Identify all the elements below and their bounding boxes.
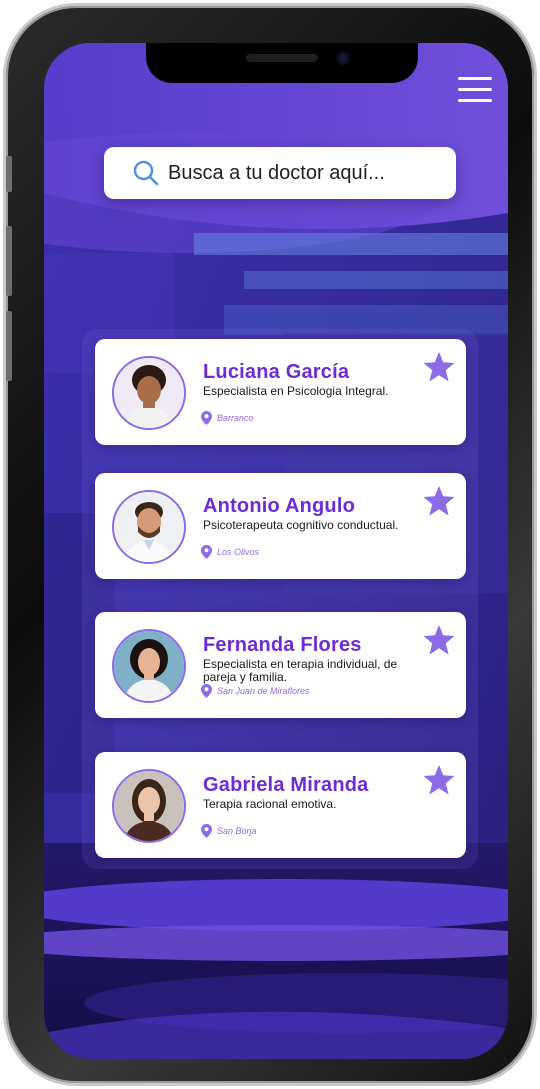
search-icon[interactable] xyxy=(132,159,160,187)
side-button xyxy=(6,156,12,192)
star-icon[interactable] xyxy=(422,764,456,796)
location-pin-icon xyxy=(201,824,212,838)
hamburger-menu-icon xyxy=(458,77,492,80)
location-pin-icon xyxy=(201,545,212,559)
hamburger-menu-icon xyxy=(458,99,492,102)
doctor-location-text: San Borja xyxy=(217,826,257,836)
doctor-location-text: San Juan de Miraflores xyxy=(217,686,310,696)
doctor-card[interactable]: Luciana García Especialista en Psicologi… xyxy=(95,339,466,445)
doctor-name: Luciana García xyxy=(203,361,350,383)
doctor-location: Los Olivos xyxy=(201,545,259,559)
doctor-avatar xyxy=(112,629,186,703)
doctor-specialty: Terapia racional emotiva. xyxy=(203,797,337,811)
doctor-location: Barranco xyxy=(201,411,254,425)
hamburger-menu-icon xyxy=(458,88,492,91)
doctor-avatar xyxy=(112,769,186,843)
app-screen: Luciana García Especialista en Psicologi… xyxy=(44,43,508,1059)
doctor-location-text: Los Olivos xyxy=(217,547,260,557)
search-input[interactable] xyxy=(168,161,438,185)
front-camera xyxy=(336,51,350,65)
doctor-specialty: Especialista en terapia individual, de p… xyxy=(203,657,398,684)
doctor-card[interactable]: Fernanda Flores Especialista en terapia … xyxy=(95,612,466,718)
search-bar[interactable] xyxy=(104,147,456,199)
doctor-location-text: Barranco xyxy=(217,413,254,423)
phone-frame: Luciana García Especialista en Psicologi… xyxy=(6,6,534,1083)
doctor-location: San Juan de Miraflores xyxy=(201,684,310,698)
star-icon[interactable] xyxy=(422,351,456,383)
doctor-name: Gabriela Miranda xyxy=(203,774,369,796)
doctor-specialty: Especialista en Psicologia Integral. xyxy=(203,384,389,398)
star-icon[interactable] xyxy=(422,485,456,517)
doctor-avatar xyxy=(112,356,186,430)
doctor-avatar xyxy=(112,490,186,564)
doctor-card[interactable]: Antonio Angulo Psicoterapeuta cognitivo … xyxy=(95,473,466,579)
speaker-grille xyxy=(246,54,318,62)
side-button xyxy=(6,311,12,381)
star-icon[interactable] xyxy=(422,624,456,656)
doctor-card[interactable]: Gabriela Miranda Terapia racional emotiv… xyxy=(95,752,466,858)
doctor-name: Fernanda Flores xyxy=(203,634,362,656)
doctor-specialty: Psicoterapeuta cognitivo conductual. xyxy=(203,518,399,532)
menu-button[interactable] xyxy=(458,77,492,103)
doctor-name: Antonio Angulo xyxy=(203,495,356,517)
location-pin-icon xyxy=(201,684,212,698)
location-pin-icon xyxy=(201,411,212,425)
side-button xyxy=(6,226,12,296)
device-notch xyxy=(146,43,418,83)
doctor-location: San Borja xyxy=(201,824,257,838)
